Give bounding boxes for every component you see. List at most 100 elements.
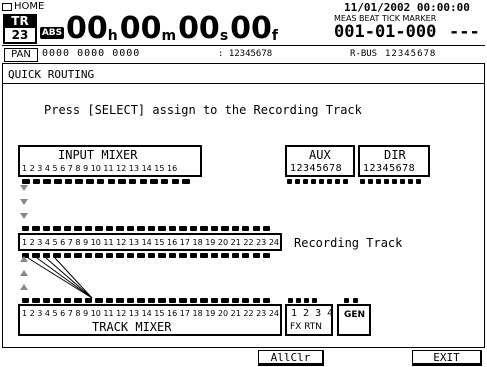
port-marker [95,226,103,231]
port-marker [252,298,260,303]
input-mixer-block[interactable]: INPUT MIXER 1 2 3 4 5 6 7 8 9 10 11 12 1… [18,145,202,177]
port-marker [287,179,292,184]
port-marker [263,298,271,303]
port-marker [64,179,73,184]
port-marker [32,298,40,303]
pan-label: PAN [4,48,38,62]
port-marker [95,298,103,303]
page-title: QUICK ROUTING [8,68,95,81]
port-marker [168,253,177,258]
time-seconds-unit: s [219,28,229,44]
port-marker [84,298,93,303]
port-marker [200,253,208,258]
port-marker [150,179,158,184]
recording-track-block[interactable]: 1 2 3 4 5 6 7 8 9 10 11 12 13 14 15 16 1… [18,233,282,251]
fx-rtn-ports [288,298,317,303]
exit-button[interactable]: EXIT [412,350,482,366]
port-marker [263,226,271,231]
input-mixer-ports [22,179,190,184]
dir-block[interactable]: DIR 12345678 [358,145,430,177]
time-frames: 00 [230,11,272,46]
input-mixer-channels: 1 2 3 4 5 6 7 8 9 10 11 12 13 14 15 16 [22,164,178,173]
port-marker [105,298,114,303]
track-badge: TR 23 [3,14,37,44]
time-hours: 00 [66,11,108,46]
pan-circles: 0000 0000 0000 [42,48,141,59]
track-badge-number: 23 [5,28,35,42]
port-marker [231,253,239,258]
home-icon [2,3,12,11]
port-marker [295,179,300,184]
dir-label: DIR [384,148,406,162]
port-marker [168,226,177,231]
port-marker [74,298,82,303]
port-marker [353,298,358,303]
port-marker [210,253,219,258]
port-marker [32,179,41,184]
port-marker [96,179,105,184]
track-badge-top: TR [11,14,29,28]
title-rule [3,83,484,84]
port-marker [107,179,115,184]
gen-block[interactable]: GEN [337,304,371,336]
port-marker [63,226,72,231]
port-marker [137,298,145,303]
home-indicator[interactable]: HOME [2,2,44,12]
port-marker [42,226,51,231]
meas-value: 001-01-000 [334,22,437,42]
port-marker [74,226,82,231]
port-marker [158,253,166,258]
port-marker [128,179,137,184]
port-marker [179,253,187,258]
track-mixer-block[interactable]: 1 2 3 4 5 6 7 8 9 10 11 12 13 14 15 16 1… [18,304,282,336]
port-marker [179,226,187,231]
port-marker [252,226,260,231]
time-minutes: 00 [119,11,162,46]
aux-channels: 12345678 [290,163,343,174]
port-marker [252,253,260,258]
track-mixer-label: TRACK MIXER [92,320,172,334]
port-marker [408,179,413,184]
port-marker [126,298,135,303]
fx-rtn-block[interactable]: 1 2 3 4 FX RTN [285,304,333,336]
port-marker [200,298,208,303]
aux-block[interactable]: AUX 12345678 [285,145,355,177]
port-marker [311,179,316,184]
port-marker [168,298,177,303]
port-marker [116,226,124,231]
port-marker [105,226,114,231]
port-marker [53,298,61,303]
instruction-text: Press [SELECT] assign to the Recording T… [44,103,362,117]
rbus-label: R-BUS [350,49,378,59]
aux-ports [287,179,348,184]
port-marker [242,298,250,303]
all-clear-button[interactable]: AllClr [258,350,324,366]
port-marker [242,226,250,231]
port-marker [263,253,271,258]
port-marker [118,179,126,184]
port-marker [22,298,30,303]
home-label: HOME [14,1,45,12]
port-marker [32,226,40,231]
port-marker [137,226,145,231]
port-marker [22,179,30,184]
port-marker [384,179,389,184]
route-arrow-down-3 [20,213,28,219]
port-marker [344,298,349,303]
marker-value: --- [449,22,480,42]
port-marker [327,179,332,184]
port-marker [84,226,93,231]
aux-label: AUX [309,148,331,162]
port-marker [75,179,83,184]
port-marker [231,226,239,231]
port-marker [86,179,94,184]
fx-rtn-channels: 1 2 3 4 [291,308,334,319]
port-marker [360,179,365,184]
header-rule [2,45,485,46]
port-marker [158,226,166,231]
port-marker [147,226,156,231]
time-display: 00 h 00 m 00 s 00 f [66,11,278,46]
time-frames-unit: f [271,28,278,44]
port-marker [231,298,239,303]
port-marker [312,298,317,303]
